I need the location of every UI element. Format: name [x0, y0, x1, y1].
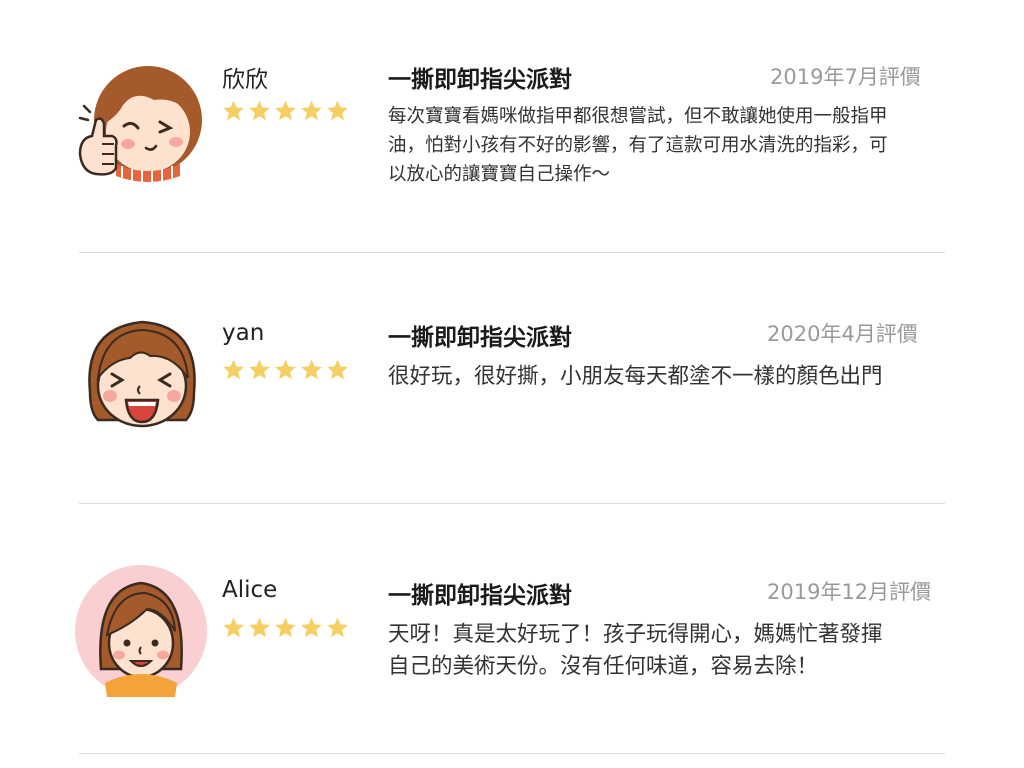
- star-icon: [275, 359, 296, 380]
- star-icon: [327, 617, 348, 638]
- star-rating: [221, 616, 350, 640]
- reviews-list: 欣欣 一撕即卸指尖派對 2019年7月評價 每次寶寶看媽咪做指甲都很想嘗試，但不…: [0, 0, 1024, 768]
- star-icon: [275, 617, 296, 638]
- star-icon: [249, 617, 270, 638]
- divider: [79, 252, 945, 253]
- star-rating: [221, 99, 350, 123]
- star-icon: [301, 617, 322, 638]
- reviewer-name: yan: [222, 320, 265, 346]
- divider: [79, 753, 945, 754]
- comment-line: 油，怕對小孩有不好的影響，有了這款可用水清洗的指彩，可: [388, 135, 888, 156]
- review-date: 2019年7月評價: [770, 65, 921, 89]
- star-icon: [223, 359, 244, 380]
- product-name: 一撕即卸指尖派對: [388, 67, 572, 93]
- star-icon: [301, 100, 322, 121]
- comment-line: 很好玩，很好撕，小朋友每天都塗不一樣的顏色出門: [388, 364, 883, 389]
- review-date: 2019年12月評價: [767, 580, 932, 604]
- star-icon: [249, 100, 270, 121]
- reviewer-name: Alice: [222, 577, 278, 603]
- comment-line: 以放心的讓寶寶自己操作～: [388, 164, 611, 185]
- star-icon: [275, 100, 296, 121]
- comment-line: 自己的美術天份。沒有任何味道，容易去除！: [388, 654, 819, 679]
- review-date: 2020年4月評價: [767, 322, 918, 346]
- star-icon: [301, 359, 322, 380]
- star-icon: [249, 359, 270, 380]
- review-comment: 很好玩，很好撕，小朋友每天都塗不一樣的顏色出門: [388, 362, 883, 392]
- star-icon: [327, 359, 348, 380]
- laughing-girl-avatar: [76, 308, 208, 440]
- thumbs-up-girl-avatar: [76, 52, 208, 184]
- product-name: 一撕即卸指尖派對: [388, 583, 572, 609]
- star-icon: [223, 100, 244, 121]
- review-comment: 每次寶寶看媽咪做指甲都很想嘗試，但不敢讓她使用一般指甲 油，怕對小孩有不好的影響…: [388, 102, 888, 189]
- comment-line: 天呀！真是太好玩了！孩子玩得開心，媽媽忙著發揮: [388, 622, 883, 647]
- star-icon: [327, 100, 348, 121]
- comment-line: 每次寶寶看媽咪做指甲都很想嘗試，但不敢讓她使用一般指甲: [388, 106, 888, 127]
- product-name: 一撕即卸指尖派對: [388, 325, 572, 351]
- smiling-girl-pink-avatar: [75, 565, 207, 697]
- star-icon: [223, 617, 244, 638]
- review-comment: 天呀！真是太好玩了！孩子玩得開心，媽媽忙著發揮 自己的美術天份。沒有任何味道，容…: [388, 619, 883, 683]
- divider: [79, 503, 945, 504]
- reviewer-name: 欣欣: [222, 67, 268, 93]
- star-rating: [221, 358, 350, 382]
